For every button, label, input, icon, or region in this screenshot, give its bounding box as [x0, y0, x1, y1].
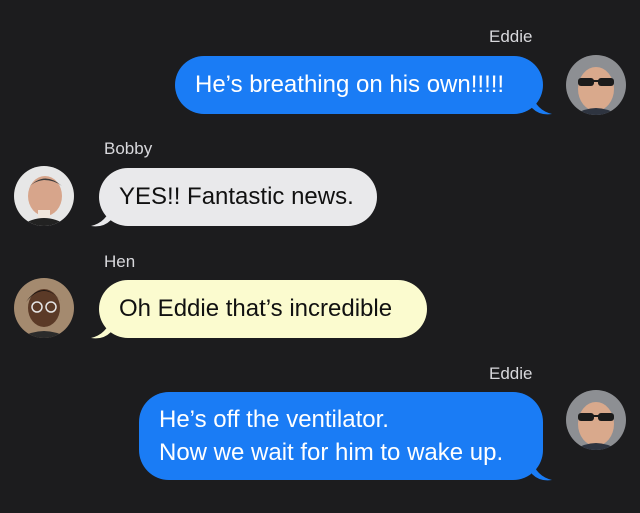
message-text: He’s breathing on his own!!!!! [195, 71, 505, 98]
bubble-tail [532, 94, 552, 115]
sender-name: Eddie [489, 27, 533, 46]
message-text-line-2: Now we wait for him to wake up. [159, 439, 504, 466]
message-text: Oh Eddie that’s incredible [119, 295, 393, 322]
eddie-avatar-icon[interactable] [566, 390, 626, 450]
message-bubble[interactable]: He’s breathing on his own!!!!! [175, 56, 543, 114]
sender-name: Hen [104, 252, 136, 271]
bobby-avatar-icon[interactable] [14, 166, 74, 226]
message-text: YES!! Fantastic news. [119, 183, 354, 210]
bubble-tail [91, 318, 111, 339]
sender-name: Bobby [104, 139, 153, 158]
hen-avatar-icon[interactable] [14, 278, 74, 338]
message-bubble[interactable]: YES!! Fantastic news. [99, 168, 377, 226]
bubble-tail [532, 460, 552, 481]
message-bubble[interactable]: He’s off the ventilator. Now we wait for… [139, 392, 543, 480]
message-text-line-1: He’s off the ventilator. [159, 406, 389, 433]
message-bubble[interactable]: Oh Eddie that’s incredible [99, 280, 427, 338]
eddie-avatar-icon[interactable] [566, 55, 626, 115]
sender-name: Eddie [489, 364, 533, 383]
bubble-tail [91, 206, 111, 227]
